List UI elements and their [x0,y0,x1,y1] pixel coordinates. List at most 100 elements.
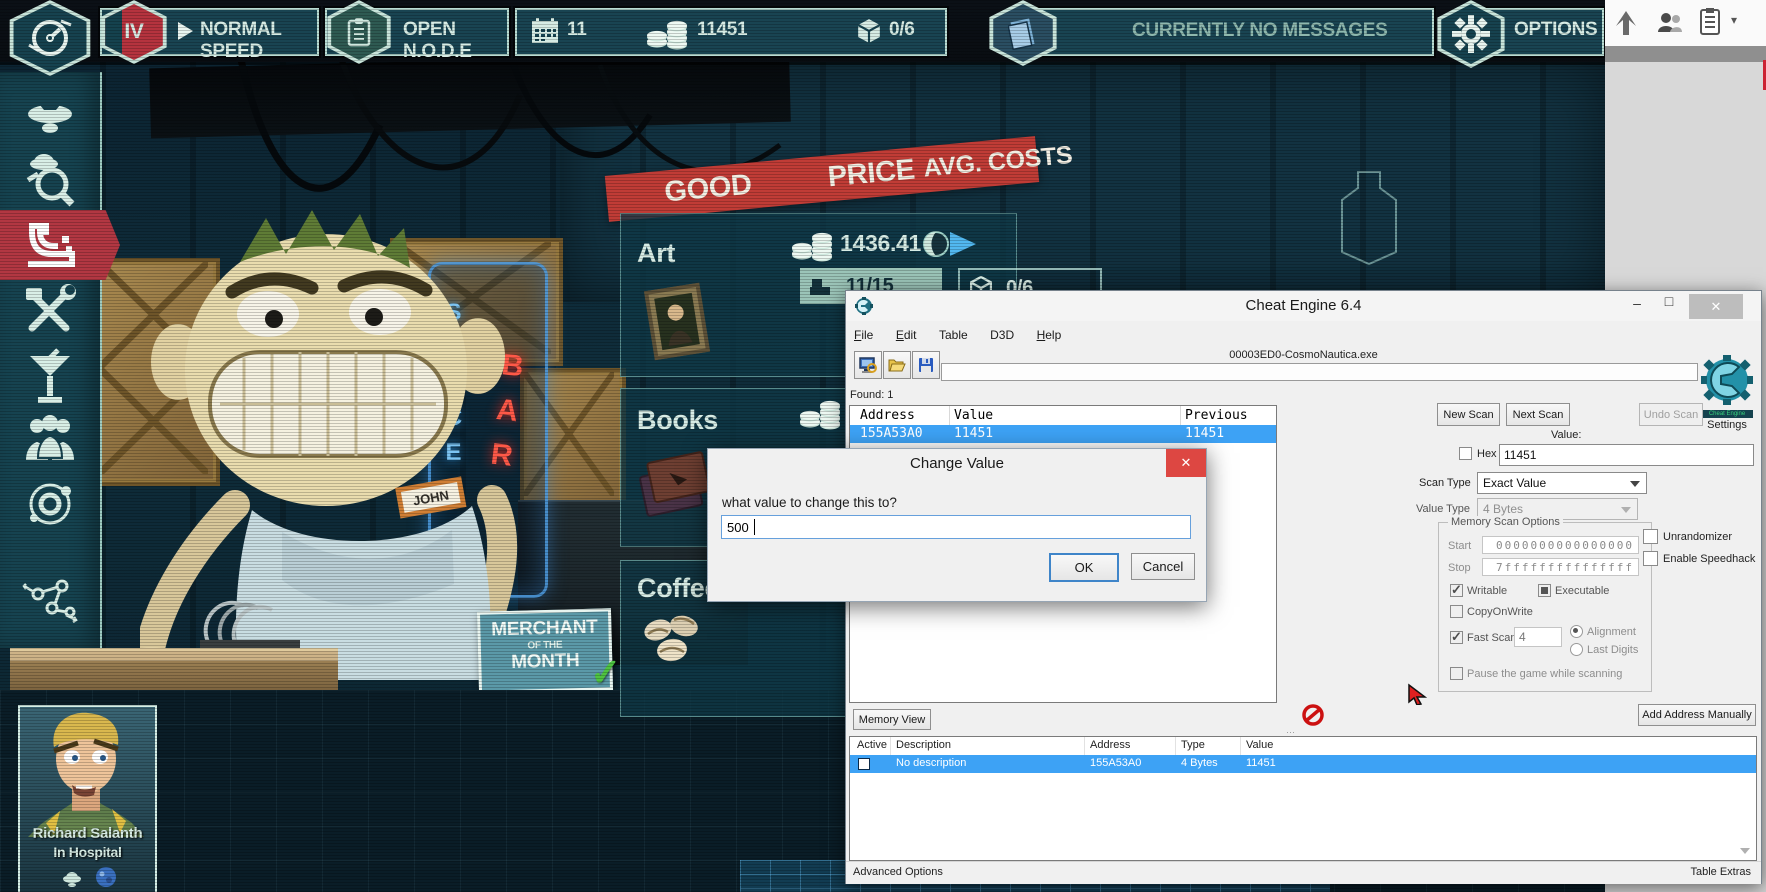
market-col-price: PRICE [826,153,916,194]
list-col-description[interactable]: Description [896,739,951,751]
undo-scan-button[interactable]: Undo Scan [1639,403,1703,426]
settings-link[interactable]: Settings [1701,419,1753,431]
list-col-active[interactable]: Active [857,739,887,751]
scan-result-row[interactable]: 155A53A0 11451 11451 [850,425,1276,443]
dialog-close-button[interactable]: ✕ [1166,449,1206,477]
menu-file[interactable]: File [854,328,873,342]
scan-col-previous[interactable]: Previous [1185,408,1248,423]
clipboard-tool-icon[interactable] [1699,8,1721,36]
fast-scan-input[interactable] [1514,627,1562,647]
portrait-face [20,707,151,837]
merchant-name-tag: JOHN [398,479,464,515]
speed-label: NORMAL SPEED [200,19,317,63]
credits-counter: 11451 [697,19,747,41]
active-checkbox[interactable] [858,758,870,770]
award-line1: MERCHANT [480,616,609,641]
users-tool-icon[interactable] [1657,10,1683,36]
list-col-address[interactable]: Address [1090,739,1130,751]
list-col-value[interactable]: Value [1246,739,1273,751]
art-price: 1436.41 [840,230,921,257]
portrait-planet-icon [94,865,118,889]
speedhack-checkbox[interactable] [1643,551,1658,566]
scan-value-input[interactable] [1499,444,1754,466]
sidebar-item-scanner[interactable] [22,152,78,208]
writable-checkbox[interactable]: ✓ [1450,584,1463,597]
alignment-radio[interactable] [1570,625,1583,638]
advanced-options-link[interactable]: Advanced Options [853,866,943,878]
list-scroll-chevron[interactable] [1740,848,1750,854]
memory-view-button[interactable]: Memory View [853,709,931,730]
cursor-tool-icon[interactable] [1615,10,1637,36]
last-digits-radio[interactable] [1570,643,1583,656]
hex-checkbox[interactable] [1459,447,1472,460]
scan-col-value[interactable]: Value [954,408,993,423]
ok-button[interactable]: OK [1049,553,1119,582]
address-list-row[interactable]: No description 155A53A0 4 Bytes 11451 [850,755,1756,773]
new-scan-button[interactable]: New Scan [1437,403,1500,426]
copyonwrite-label: CopyOnWrite [1467,606,1533,618]
unrandomizer-checkbox[interactable] [1643,529,1658,544]
toolbar-caret-icon[interactable]: ▾ [1731,13,1737,27]
messages-label: CURRENTLY NO MESSAGES [1132,20,1388,42]
list-col-type[interactable]: Type [1181,739,1205,751]
ce-titlebar[interactable]: Cheat Engine 6.4 – □ ✕ [846,291,1761,322]
mso-legend: Memory Scan Options [1448,516,1563,528]
coffee-item-icon [640,612,710,668]
register-icon [808,275,832,297]
sidebar-item-crew[interactable] [24,414,76,462]
minimize-button[interactable]: – [1623,295,1651,317]
scan-row-address: 155A53A0 [860,426,923,441]
mso-start-input[interactable] [1482,536,1639,554]
add-address-button[interactable]: Add Address Manually [1638,704,1756,726]
speedometer-icon [27,15,73,61]
play-icon[interactable] [178,22,193,40]
gear-icon [1452,15,1490,53]
dialog-titlebar[interactable]: Change Value ✕ [708,449,1206,479]
screen: SPACE BAR JOHN [0,0,1766,892]
found-count: Found: 1 [850,389,893,401]
pause-checkbox[interactable] [1450,667,1463,680]
card-imprinter[interactable] [196,584,308,650]
fast-scan-checkbox[interactable]: ✓ [1450,631,1463,644]
menu-edit[interactable]: Edit [896,328,917,342]
messages-box[interactable]: CURRENTLY NO MESSAGES [1020,8,1434,56]
table-extras-link[interactable]: Table Extras [1690,866,1751,878]
scan-row-previous: 11451 [1185,426,1224,441]
cancel-button[interactable]: Cancel [1131,553,1195,580]
unrandomizer-label: Unrandomizer [1663,531,1732,543]
sidebar-item-trade[interactable] [22,218,78,274]
value-type-label: Value Type [1416,503,1470,515]
maximize-button[interactable]: □ [1655,293,1683,317]
ce-logo[interactable]: Cheat Engine [1701,355,1753,417]
ce-progress-bar [941,363,1698,381]
scan-col-address[interactable]: Address [860,408,915,423]
address-list: Active Description Address Type Value No… [849,736,1757,861]
scan-type-value: Exact Value [1483,476,1546,490]
executable-checkbox[interactable] [1538,584,1551,597]
menu-help[interactable]: Help [1037,328,1062,342]
coins-icon [645,16,691,50]
sidebar-item-workshop[interactable] [22,282,78,338]
messages-icon [1008,16,1038,50]
trade-arrow-icon[interactable] [950,232,976,256]
speed-stage: IV [124,20,143,44]
next-scan-button[interactable]: Next Scan [1506,403,1570,426]
good-label-art: Art [637,238,675,269]
options-label: OPTIONS [1514,19,1597,41]
globe-icon [922,230,950,258]
sidebar-item-starmap[interactable] [22,572,80,628]
sidebar-item-ship[interactable] [24,88,76,140]
pointer-scan-icon[interactable] [1407,683,1427,705]
crew-portrait[interactable]: Richard Salanth In Hospital [18,705,157,892]
sidebar-item-bar[interactable] [24,348,76,404]
close-button[interactable]: ✕ [1689,294,1743,319]
mso-stop-input[interactable] [1482,558,1639,576]
last-digits-label: Last Digits [1587,644,1638,656]
menu-table[interactable]: Table [939,328,968,342]
award-check-icon: ✓ [589,650,622,696]
sidebar-item-system[interactable] [24,478,76,530]
scan-type-dropdown[interactable]: Exact Value [1477,472,1647,494]
dialog-value-input[interactable] [721,515,1191,539]
menu-d3d[interactable]: D3D [990,328,1014,342]
copyonwrite-checkbox[interactable] [1450,605,1463,618]
